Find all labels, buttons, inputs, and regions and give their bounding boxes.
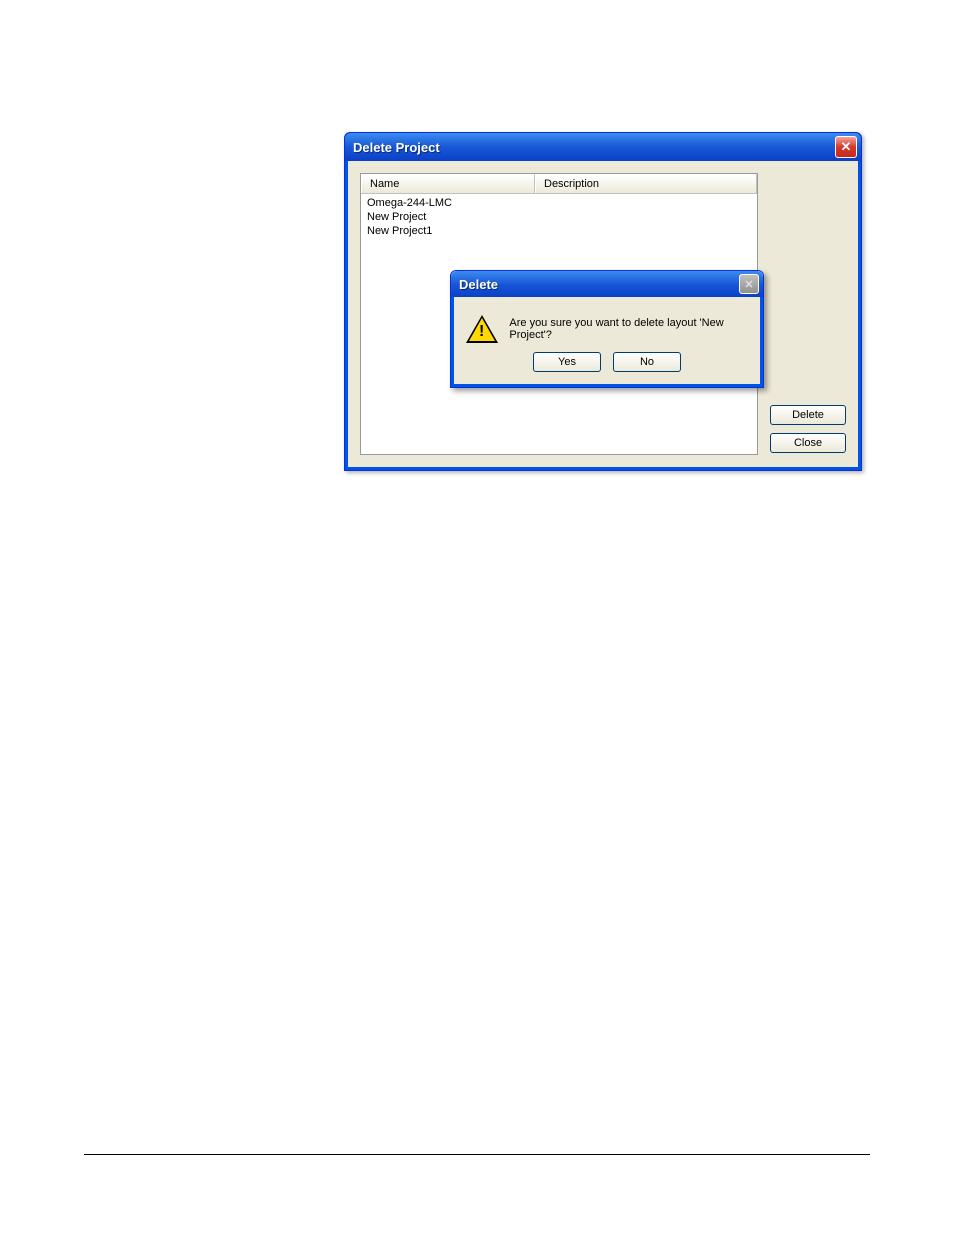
modal-content-row: ! Are you sure you want to delete layout… — [466, 309, 748, 348]
modal-title: Delete — [459, 277, 498, 292]
close-icon: ✕ — [739, 274, 759, 294]
list-item[interactable]: New Project — [361, 210, 757, 224]
column-header-description[interactable]: Description — [535, 174, 757, 193]
list-header: Name Description — [361, 174, 757, 194]
yes-button[interactable]: Yes — [533, 352, 601, 372]
column-header-name[interactable]: Name — [361, 174, 535, 193]
list-item[interactable]: Omega-244-LMC — [361, 196, 757, 210]
confirm-delete-modal: Delete ✕ ! Are you sure you want to dele… — [450, 270, 764, 388]
modal-button-row: Yes No — [466, 348, 748, 372]
close-button[interactable]: Close — [770, 433, 846, 453]
close-icon[interactable]: ✕ — [835, 136, 857, 158]
list-item[interactable]: New Project1 — [361, 224, 757, 238]
button-column: Delete Close — [770, 173, 846, 455]
main-titlebar[interactable]: Delete Project ✕ — [345, 133, 861, 161]
modal-body: ! Are you sure you want to delete layout… — [451, 297, 763, 387]
delete-button[interactable]: Delete — [770, 405, 846, 425]
no-button[interactable]: No — [613, 352, 681, 372]
warning-icon: ! — [466, 315, 495, 343]
modal-message: Are you sure you want to delete layout '… — [509, 317, 748, 341]
main-window-title: Delete Project — [353, 140, 440, 155]
modal-titlebar[interactable]: Delete ✕ — [451, 271, 763, 297]
footer-divider — [84, 1154, 870, 1155]
